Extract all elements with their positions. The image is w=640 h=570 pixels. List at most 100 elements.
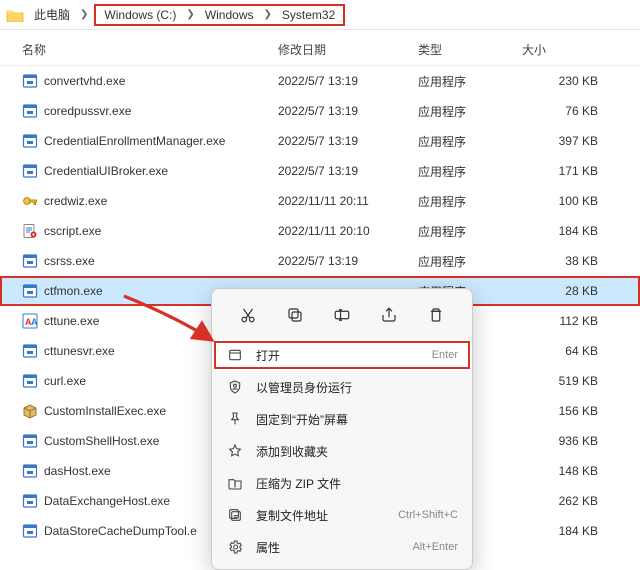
context-menu-label: 打开	[256, 347, 420, 364]
delete-icon[interactable]	[420, 299, 452, 331]
svg-text:A: A	[31, 317, 38, 327]
file-date: 2022/5/7 13:19	[278, 164, 418, 178]
file-name: DataStoreCacheDumpTool.e	[44, 524, 197, 538]
breadcrumb-highlighted: Windows (C:) ❯ Windows ❯ System32	[94, 4, 345, 26]
context-menu: 打开 Enter 以管理员身份运行固定到“开始”屏幕添加到收藏夹压缩为 ZIP 文件…	[211, 288, 473, 570]
context-menu-item-fav[interactable]: 添加到收藏夹	[212, 435, 472, 467]
file-row[interactable]: coredpussvr.exe 2022/5/7 13:19应用程序76 KB	[0, 96, 640, 126]
pin-icon	[226, 410, 244, 428]
context-menu-item-zip[interactable]: 压缩为 ZIP 文件	[212, 467, 472, 499]
props-icon	[226, 538, 244, 556]
file-size: 156 KB	[522, 404, 612, 418]
context-menu-label: 属性	[256, 539, 400, 556]
fav-icon	[226, 442, 244, 460]
file-type: 应用程序	[418, 223, 522, 240]
file-date: 2022/5/7 13:19	[278, 74, 418, 88]
column-headers: 名称 修改日期 类型 大小	[0, 34, 640, 66]
file-size: 100 KB	[522, 194, 612, 208]
file-size: 38 KB	[522, 254, 612, 268]
file-row[interactable]: CredentialEnrollmentManager.exe 2022/5/7 …	[0, 126, 640, 156]
context-menu-shortcut: Alt+Enter	[412, 541, 458, 553]
file-name: cscript.exe	[44, 224, 101, 238]
file-name: CustomInstallExec.exe	[44, 404, 166, 418]
file-size: 519 KB	[522, 374, 612, 388]
context-menu-shortcut: Enter	[432, 349, 458, 361]
admin-icon	[226, 378, 244, 396]
context-menu-item-open[interactable]: 打开 Enter	[212, 339, 472, 371]
open-icon	[226, 346, 244, 364]
file-type: 应用程序	[418, 193, 522, 210]
cut-icon[interactable]	[232, 299, 264, 331]
file-name: convertvhd.exe	[44, 74, 125, 88]
file-type: 应用程序	[418, 133, 522, 150]
folder-icon	[6, 8, 24, 22]
file-type: 应用程序	[418, 73, 522, 90]
file-row[interactable]: cscript.exe 2022/11/11 20:10应用程序184 KB	[0, 216, 640, 246]
file-size: 262 KB	[522, 494, 612, 508]
context-menu-label: 添加到收藏夹	[256, 443, 446, 460]
context-menu-label: 压缩为 ZIP 文件	[256, 475, 446, 492]
chevron-right-icon: ❯	[180, 9, 200, 20]
file-row[interactable]: credwiz.exe 2022/11/11 20:11应用程序100 KB	[0, 186, 640, 216]
file-size: 148 KB	[522, 464, 612, 478]
file-name: DataExchangeHost.exe	[44, 494, 170, 508]
file-name: CredentialUIBroker.exe	[44, 164, 168, 178]
chevron-right-icon: ❯	[258, 9, 278, 20]
file-size: 184 KB	[522, 224, 612, 238]
col-header-size[interactable]: 大小	[522, 41, 612, 58]
context-menu-item-copypath[interactable]: 复制文件地址 Ctrl+Shift+C	[212, 499, 472, 531]
col-header-date[interactable]: 修改日期	[278, 41, 418, 58]
context-menu-label: 固定到“开始”屏幕	[256, 411, 446, 428]
context-menu-item-props[interactable]: 属性 Alt+Enter	[212, 531, 472, 563]
file-size: 112 KB	[522, 314, 612, 328]
file-date: 2022/11/11 20:11	[278, 194, 418, 208]
context-menu-item-admin[interactable]: 以管理员身份运行	[212, 371, 472, 403]
breadcrumb: 此电脑 ❯ Windows (C:) ❯ Windows ❯ System32	[0, 0, 640, 30]
copy-icon[interactable]	[279, 299, 311, 331]
file-date: 2022/5/7 13:19	[278, 134, 418, 148]
zip-icon	[226, 474, 244, 492]
file-date: 2022/11/11 20:10	[278, 224, 418, 238]
file-type: 应用程序	[418, 253, 522, 270]
file-size: 184 KB	[522, 524, 612, 538]
file-name: cttune.exe	[44, 314, 99, 328]
file-size: 230 KB	[522, 74, 612, 88]
file-name: cttunesvr.exe	[44, 344, 115, 358]
file-size: 28 KB	[522, 284, 612, 298]
context-menu-shortcut: Ctrl+Shift+C	[398, 509, 458, 521]
file-name: CredentialEnrollmentManager.exe	[44, 134, 225, 148]
file-name: coredpussvr.exe	[44, 104, 131, 118]
file-name: CustomShellHost.exe	[44, 434, 159, 448]
file-size: 397 KB	[522, 134, 612, 148]
breadcrumb-system32[interactable]: System32	[278, 6, 339, 24]
file-type: 应用程序	[418, 163, 522, 180]
breadcrumb-windows[interactable]: Windows	[201, 6, 258, 24]
file-name: csrss.exe	[44, 254, 95, 268]
breadcrumb-root[interactable]: 此电脑	[30, 4, 74, 25]
file-size: 171 KB	[522, 164, 612, 178]
context-menu-top-row	[212, 295, 472, 339]
file-row[interactable]: csrss.exe 2022/5/7 13:19应用程序38 KB	[0, 246, 640, 276]
file-size: 936 KB	[522, 434, 612, 448]
col-header-name[interactable]: 名称	[22, 41, 278, 58]
col-header-type[interactable]: 类型	[418, 41, 522, 58]
file-date: 2022/5/7 13:19	[278, 104, 418, 118]
chevron-right-icon: ❯	[74, 9, 94, 20]
context-menu-item-pin[interactable]: 固定到“开始”屏幕	[212, 403, 472, 435]
file-row[interactable]: CredentialUIBroker.exe 2022/5/7 13:19应用程序…	[0, 156, 640, 186]
file-date: 2022/5/7 13:19	[278, 254, 418, 268]
file-name: curl.exe	[44, 374, 86, 388]
file-size: 76 KB	[522, 104, 612, 118]
file-name: ctfmon.exe	[44, 284, 103, 298]
context-menu-label: 以管理员身份运行	[256, 379, 446, 396]
file-row[interactable]: convertvhd.exe 2022/5/7 13:19应用程序230 KB	[0, 66, 640, 96]
file-type: 应用程序	[418, 103, 522, 120]
share-icon[interactable]	[373, 299, 405, 331]
file-size: 64 KB	[522, 344, 612, 358]
breadcrumb-drive[interactable]: Windows (C:)	[100, 6, 180, 24]
copypath-icon	[226, 506, 244, 524]
file-name: dasHost.exe	[44, 464, 111, 478]
context-menu-label: 复制文件地址	[256, 507, 386, 524]
file-name: credwiz.exe	[44, 194, 107, 208]
rename-icon[interactable]	[326, 299, 358, 331]
